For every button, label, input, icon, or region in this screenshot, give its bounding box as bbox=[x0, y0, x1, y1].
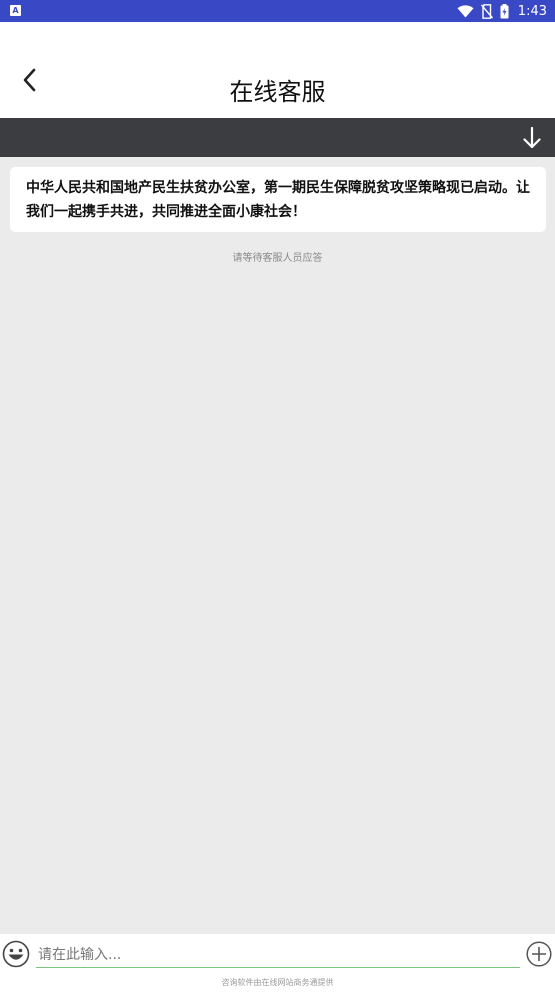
emoji-button[interactable] bbox=[2, 940, 30, 968]
wifi-icon bbox=[457, 4, 474, 17]
page-title: 在线客服 bbox=[229, 78, 326, 106]
input-bar: 咨询软件由在线网站商务通提供 bbox=[0, 934, 555, 993]
app-badge-icon: A bbox=[10, 5, 21, 16]
toolbar bbox=[0, 118, 555, 157]
arrow-down-icon bbox=[523, 126, 541, 149]
smiley-icon bbox=[2, 940, 30, 968]
status-bar: A 1:43 bbox=[0, 0, 555, 22]
status-icons: 1:43 bbox=[457, 0, 547, 22]
app-badge-letter: A bbox=[12, 6, 19, 15]
plus-button[interactable] bbox=[526, 941, 552, 967]
notice-message: 中华人民共和国地产民生扶贫办公室，第一期民生保障脱贫攻坚策略现已启动。让我们一起… bbox=[10, 167, 546, 232]
chat-area[interactable]: 中华人民共和国地产民生扶贫办公室，第一期民生保障脱贫攻坚策略现已启动。让我们一起… bbox=[0, 157, 555, 934]
plus-circle-icon bbox=[526, 941, 552, 967]
battery-icon bbox=[500, 3, 509, 18]
provider-text: 咨询软件由在线网站商务通提供 bbox=[221, 978, 334, 987]
no-sim-icon bbox=[480, 3, 493, 19]
wait-hint: 请等待客服人员应答 bbox=[232, 253, 323, 264]
scroll-down-button[interactable] bbox=[519, 125, 545, 151]
status-time: 1:43 bbox=[517, 3, 547, 19]
header: 在线客服 bbox=[0, 22, 555, 118]
message-input[interactable] bbox=[36, 943, 520, 968]
